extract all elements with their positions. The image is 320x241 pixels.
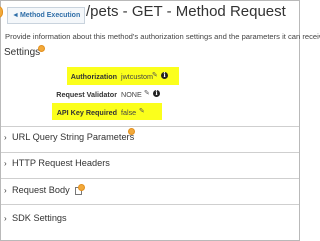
back-button-label: Method Execution: [19, 12, 81, 19]
back-to-method-execution-button[interactable]: ◄Method Execution: [7, 7, 86, 24]
section-divider: [1, 152, 299, 153]
settings-heading: Settings: [4, 47, 41, 58]
chevron-right-icon: ›: [4, 214, 7, 223]
section-divider: [1, 178, 299, 179]
section-url-query-string-parameters[interactable]: › URL Query String Parameters: [4, 132, 134, 146]
section-sdk-settings[interactable]: › SDK Settings: [4, 213, 67, 227]
authorization-value: jwtcustom: [121, 72, 153, 81]
settings-callout-marker: [38, 45, 45, 52]
section-label: Request Body: [12, 185, 70, 195]
section-label: HTTP Request Headers: [12, 158, 110, 168]
chevron-right-icon: ›: [4, 133, 7, 142]
page-description: Provide information about this method's …: [5, 32, 320, 41]
pencil-icon[interactable]: ✎: [152, 71, 158, 80]
pencil-icon[interactable]: ✎: [139, 107, 145, 116]
chevron-right-icon: ›: [4, 186, 7, 195]
api-key-required-label: API Key Required: [56, 108, 117, 117]
section-callout-marker: [78, 184, 85, 191]
section-callout-marker: [128, 128, 135, 135]
info-icon[interactable]: i: [153, 90, 160, 97]
back-arrow-icon: ◄: [12, 12, 19, 19]
callout-marker: [0, 6, 3, 18]
section-label: URL Query String Parameters: [12, 132, 135, 142]
section-label: SDK Settings: [12, 213, 67, 223]
section-divider: [1, 126, 299, 127]
header: ◄Method Execution /pets - GET - Method R…: [0, 1, 299, 26]
section-divider: [1, 204, 299, 205]
request-validator-value: NONE: [121, 90, 142, 99]
section-request-body[interactable]: › Request Body: [4, 185, 83, 199]
pencil-icon[interactable]: ✎: [144, 89, 150, 98]
info-icon[interactable]: i: [161, 72, 168, 79]
authorization-label: Authorization: [70, 72, 117, 81]
chevron-right-icon: ›: [4, 159, 7, 168]
request-validator-label: Request Validator: [56, 90, 117, 99]
section-http-request-headers[interactable]: › HTTP Request Headers: [4, 158, 110, 172]
page-title: /pets - GET - Method Request: [86, 3, 286, 20]
api-key-required-value: false: [121, 108, 137, 117]
